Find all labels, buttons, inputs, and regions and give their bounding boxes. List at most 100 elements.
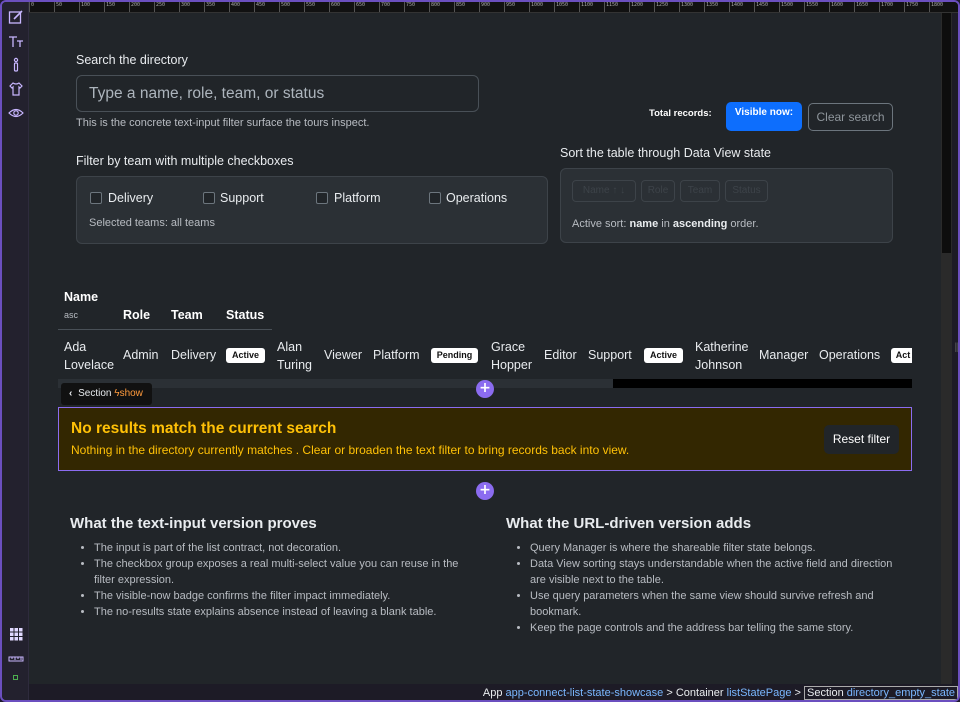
ruler-tick: 1650 xyxy=(854,2,879,12)
row2-last: Turing xyxy=(277,358,312,372)
row2-team: Platform xyxy=(373,348,420,362)
ruler-icon[interactable] xyxy=(8,651,24,667)
eye-icon[interactable] xyxy=(8,105,24,121)
checkbox-delivery[interactable] xyxy=(90,192,102,204)
ruler-tick: 1450 xyxy=(754,2,779,12)
row3-name: Grace Hopper xyxy=(491,338,532,374)
row1-role: Admin xyxy=(123,348,159,362)
ruler-tick: 0 xyxy=(29,2,54,12)
text-input-column: What the text-input version proves The i… xyxy=(70,515,470,620)
ruler-tick: 1200 xyxy=(629,2,654,12)
ruler-tick: 850 xyxy=(454,2,479,12)
name-sort-indicator: asc xyxy=(64,310,79,320)
add-section-below-button[interactable]: + xyxy=(476,482,494,500)
empty-state-body: Nothing in the directory currently match… xyxy=(71,443,630,457)
row1-last: Lovelace xyxy=(64,358,115,372)
search-input[interactable]: Type a name, role, team, or status xyxy=(76,75,479,112)
checkbox-operations[interactable] xyxy=(429,192,441,204)
column-header-name[interactable]: Name xyxy=(64,290,98,304)
add-section-above-button[interactable]: + xyxy=(476,380,494,398)
ruler-tick: 100 xyxy=(79,2,104,12)
ruler-tick: 300 xyxy=(179,2,204,12)
resize-handle-icon[interactable]: ║ xyxy=(954,343,958,352)
list-item: The input is part of the list contract, … xyxy=(94,540,470,556)
ruler-tick: 600 xyxy=(329,2,354,12)
selected-teams-text: Selected teams: all teams xyxy=(89,217,215,229)
right-gutter: ║ xyxy=(952,13,958,684)
sort-role-button[interactable]: Role xyxy=(641,180,675,202)
scrollbar-thumb[interactable] xyxy=(942,13,951,253)
row2-status-badge: Pending xyxy=(431,348,478,363)
crumb-app-name[interactable]: app-connect-list-state-showcase xyxy=(506,687,664,699)
ruler-tick: 500 xyxy=(279,2,304,12)
info-icon[interactable] xyxy=(8,57,24,73)
team-filter-panel xyxy=(76,176,548,244)
row2-first: Alan xyxy=(277,340,303,354)
sort-label: Sort the table through Data View state xyxy=(560,146,772,160)
visible-now-button[interactable]: Visible now: xyxy=(726,102,802,131)
column-header-status[interactable]: Status xyxy=(226,308,264,322)
sort-team-button[interactable]: Team xyxy=(680,180,720,202)
ruler-tick: 650 xyxy=(354,2,379,12)
row3-last: Hopper xyxy=(491,358,532,372)
checkbox-platform-label: Platform xyxy=(334,191,381,205)
sort-name-button[interactable]: Name ↑ ↓ xyxy=(572,180,636,202)
edit-icon[interactable] xyxy=(8,9,24,25)
search-help-text: This is the concrete text-input filter s… xyxy=(76,117,370,129)
row1-status-badge: Active xyxy=(226,348,265,363)
crumb-container-name[interactable]: listStatePage xyxy=(727,687,792,699)
ruler-tick: 250 xyxy=(154,2,179,12)
left-toolbar xyxy=(2,2,29,700)
column-header-team[interactable]: Team xyxy=(171,308,203,322)
ruler-tick: 450 xyxy=(254,2,279,12)
list-item: The no-results state explains absence in… xyxy=(94,604,470,620)
row4-first: Katherine xyxy=(695,340,749,354)
checkbox-platform[interactable] xyxy=(316,192,328,204)
row4-last: Johnson xyxy=(695,358,743,372)
horizontal-scrollbar-thumb[interactable] xyxy=(613,379,912,388)
row3-first: Grace xyxy=(491,340,526,354)
sort-status-button[interactable]: Status xyxy=(725,180,768,202)
row1-team: Delivery xyxy=(171,348,217,362)
text-size-icon[interactable] xyxy=(8,33,24,49)
active-sort-suffix: order. xyxy=(727,218,759,230)
section-tag[interactable]: ‹ Section ϟshow xyxy=(61,383,152,405)
ruler-tick: 700 xyxy=(379,2,404,12)
top-ruler: 0 50 100 150 200 250 300 350 400 450 500 550 600 650 7… xyxy=(29,2,958,13)
shirt-icon[interactable] xyxy=(8,81,24,97)
ruler-tick: 1500 xyxy=(779,2,804,12)
crumb-section[interactable]: Section directory_empty_state xyxy=(804,686,958,700)
active-sort-field: name xyxy=(629,218,659,230)
ruler-tick: 1600 xyxy=(829,2,854,12)
crumb-section-name[interactable]: directory_empty_state xyxy=(847,687,955,699)
row4-role: Manager xyxy=(759,348,809,362)
ruler-tick: 1800 xyxy=(929,2,954,12)
section-tag-state[interactable]: show xyxy=(120,388,143,399)
checkbox-operations-label: Operations xyxy=(446,191,508,205)
search-label: Search the directory xyxy=(76,53,188,67)
row1-name: Ada Lovelace xyxy=(64,338,114,374)
active-sort-mid: in xyxy=(658,218,673,230)
reset-filter-button[interactable]: Reset filter xyxy=(824,425,899,454)
checkbox-support[interactable] xyxy=(203,192,215,204)
checkbox-delivery-label: Delivery xyxy=(108,191,154,205)
row4-team: Operations xyxy=(819,348,881,362)
status-bar: App app-connect-list-state-showcase > Co… xyxy=(29,684,958,700)
row2-role: Viewer xyxy=(324,348,362,362)
ruler-tick: 50 xyxy=(54,2,79,12)
row4-name: Katherine Johnson xyxy=(695,338,749,374)
ruler-tick: 1150 xyxy=(604,2,629,12)
url-driven-heading: What the URL-driven version adds xyxy=(506,515,752,532)
column-header-role[interactable]: Role xyxy=(123,308,150,322)
chevron-left-icon[interactable]: ‹ xyxy=(69,388,72,399)
clear-search-button[interactable]: Clear search xyxy=(808,103,893,131)
active-sort-text: Active sort: name in ascending order. xyxy=(572,218,759,230)
grid-icon[interactable] xyxy=(8,626,24,642)
text-input-list: The input is part of the list contract, … xyxy=(70,540,470,620)
breadcrumb: App app-connect-list-state-showcase > Co… xyxy=(483,684,958,700)
list-item: Data View sorting stays understandable w… xyxy=(530,556,906,588)
ruler-tick: 950 xyxy=(504,2,529,12)
vertical-scrollbar[interactable] xyxy=(941,13,952,684)
ruler-tick: 1000 xyxy=(529,2,554,12)
ruler-tick: 750 xyxy=(404,2,429,12)
